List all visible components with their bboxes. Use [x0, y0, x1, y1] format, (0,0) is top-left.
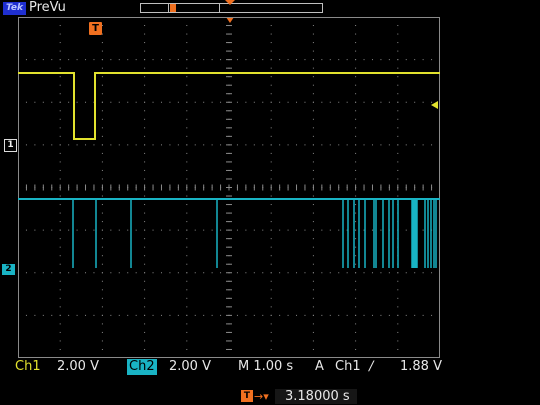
position-arrow-icon: →▾: [254, 390, 269, 403]
readout-bar: Ch1 2.00 V Ch2 2.00 V M 1.00 s A Ch1 ∕ 1…: [0, 359, 540, 375]
trigger-level[interactable]: 1.88 V: [400, 359, 442, 375]
ch1-ground-marker[interactable]: 1: [4, 139, 17, 152]
trigger-level-arrow-icon[interactable]: [431, 101, 438, 109]
ch2-ground-marker[interactable]: 2: [2, 264, 15, 275]
ch1-waveform: [18, 72, 440, 140]
position-value: 3.18000 s: [275, 389, 357, 404]
position-trigger-icon: T: [241, 390, 253, 402]
time-scale[interactable]: M 1.00 s: [238, 359, 293, 375]
trigger-source[interactable]: Ch1: [335, 359, 361, 375]
trigger-slope-icon: ∕: [369, 359, 374, 374]
ch2-label[interactable]: Ch2: [127, 359, 157, 375]
waveform-display[interactable]: [18, 17, 440, 358]
tek-logo: Tek: [3, 2, 26, 15]
trigger-time-arrow-top-icon: [225, 0, 235, 5]
ch2-scale: 2.00 V: [169, 359, 211, 374]
ch1-scale: 2.00 V: [57, 359, 99, 374]
ch1-label[interactable]: Ch1: [15, 359, 41, 375]
trigger-mode: A: [315, 359, 324, 374]
graticule: [18, 17, 440, 358]
horizontal-position[interactable]: T →▾ 3.18000 s: [241, 388, 357, 405]
acquisition-status: PreVu: [29, 0, 66, 15]
record-trigger-marker: [170, 4, 176, 12]
ch2-waveform: [18, 198, 440, 268]
